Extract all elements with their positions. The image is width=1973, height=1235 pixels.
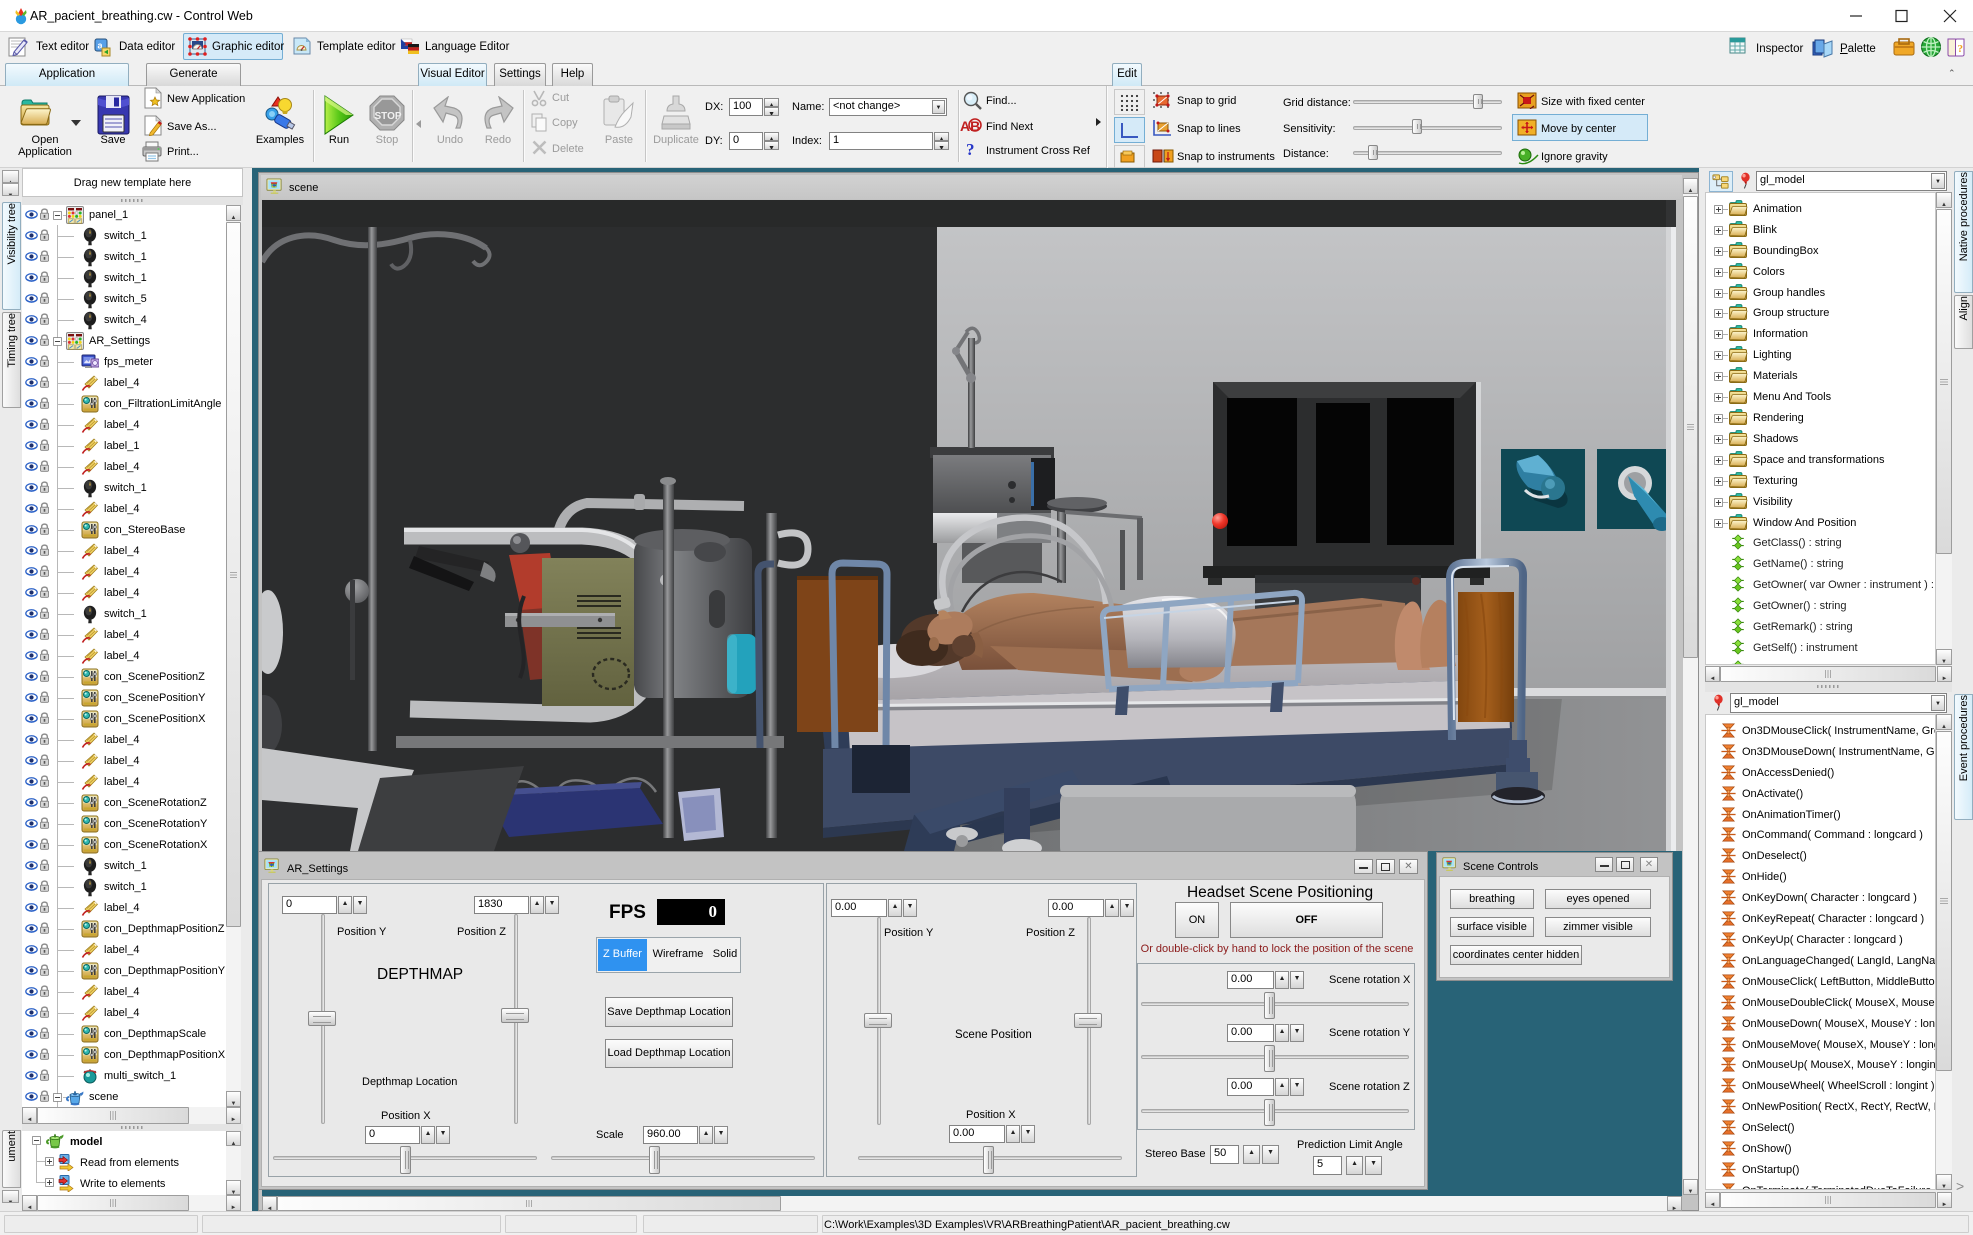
svg-text:?: ? bbox=[1958, 43, 1964, 55]
svg-text:STOP: STOP bbox=[375, 111, 402, 122]
